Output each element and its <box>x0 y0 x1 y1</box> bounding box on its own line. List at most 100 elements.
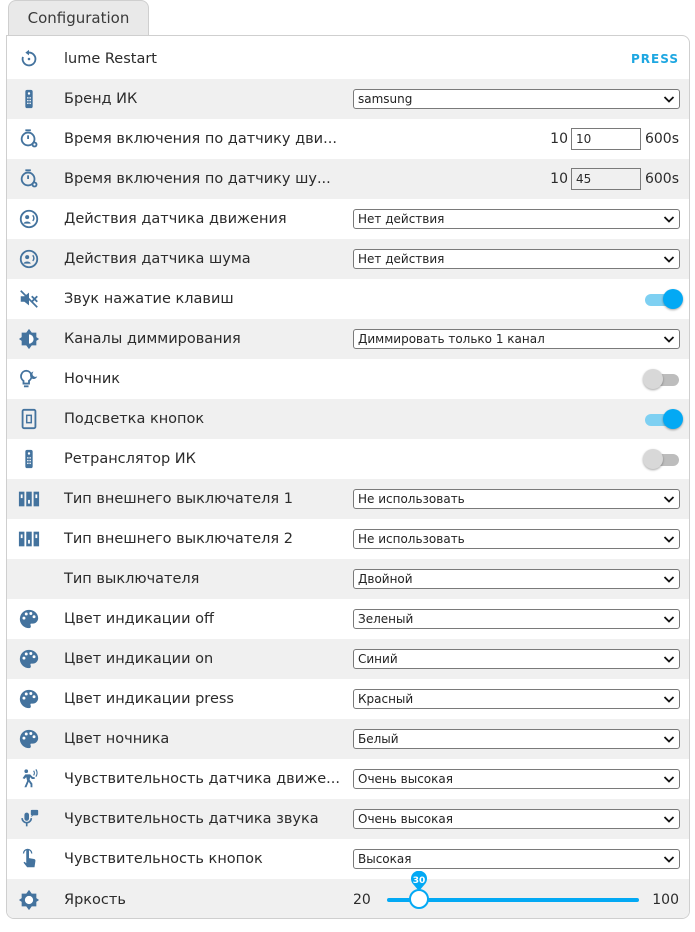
setting-label: Бренд ИК <box>64 91 138 107</box>
chevron-down-icon <box>663 96 675 103</box>
number-control: 10 10 600s <box>550 128 679 150</box>
setting-label: Звук нажатие клавиш <box>64 291 234 307</box>
select-value: Нет действия <box>358 252 445 266</box>
toggle-switch[interactable] <box>643 368 681 390</box>
select-dropdown[interactable]: Не использовать <box>353 529 680 549</box>
select-dropdown[interactable]: Белый <box>353 729 680 749</box>
restart-icon <box>7 39 51 79</box>
setting-label: Время включения по датчику дви... <box>64 131 337 147</box>
switch-panel-icon <box>7 479 51 519</box>
select-dropdown[interactable]: Синий <box>353 649 680 669</box>
slider-knob[interactable] <box>408 889 429 909</box>
settings-row: Ночник <box>7 359 689 399</box>
select-dropdown[interactable]: Высокая <box>353 849 680 869</box>
slider-min: 20 <box>353 892 371 908</box>
select-dropdown[interactable]: Очень высокая <box>353 769 680 789</box>
number-min: 10 <box>550 171 568 187</box>
settings-row: Бренд ИК samsung <box>7 79 689 119</box>
setting-label: Действия датчика движения <box>64 211 287 227</box>
chevron-down-icon <box>663 616 675 623</box>
number-max: 600s <box>644 171 679 187</box>
setting-label: lume Restart <box>64 51 157 67</box>
toggle-knob <box>663 409 683 429</box>
toggle-switch[interactable] <box>645 288 683 310</box>
palette-icon <box>7 719 51 759</box>
select-dropdown[interactable]: samsung <box>353 89 680 109</box>
setting-label: Подсветка кнопок <box>64 411 205 427</box>
setting-label: Яркость <box>64 892 126 908</box>
number-input[interactable]: 45 <box>570 168 641 190</box>
select-value: Белый <box>358 732 399 746</box>
timer-cog-icon <box>7 159 51 199</box>
settings-row: Действия датчика движения Нет действия <box>7 199 689 239</box>
chevron-down-icon <box>663 256 675 263</box>
select-dropdown[interactable]: Очень высокая <box>353 809 680 829</box>
chevron-down-icon <box>663 336 675 343</box>
setting-label: Цвет индикации press <box>64 691 234 707</box>
chevron-down-icon <box>663 576 675 583</box>
settings-row: Тип выключателя Двойной <box>7 559 689 599</box>
select-value: Очень высокая <box>358 772 453 786</box>
number-control: 10 45 600s <box>550 168 679 190</box>
setting-label: Ретранслятор ИК <box>64 451 196 467</box>
icon-placeholder <box>7 559 51 599</box>
slider-max: 100 <box>652 892 679 908</box>
setting-label: Цвет ночника <box>64 731 170 747</box>
chevron-down-icon <box>663 656 675 663</box>
motion-sensor-icon <box>7 199 51 239</box>
select-dropdown[interactable]: Нет действия <box>353 249 680 269</box>
select-value: Не использовать <box>358 532 465 546</box>
select-value: Синий <box>358 652 398 666</box>
remote-icon <box>7 439 51 479</box>
brightness-icon <box>7 319 51 359</box>
select-dropdown[interactable]: Двойной <box>353 569 680 589</box>
setting-label: Тип выключателя <box>64 571 200 587</box>
settings-row: Тип внешнего выключателя 2 Не использоват… <box>7 519 689 559</box>
chevron-down-icon <box>663 776 675 783</box>
motion-sensor-icon <box>7 239 51 279</box>
settings-row: Звук нажатие клавиш <box>7 279 689 319</box>
chevron-down-icon <box>663 736 675 743</box>
select-dropdown[interactable]: Зеленый <box>353 609 680 629</box>
palette-icon <box>7 639 51 679</box>
settings-row: Чувствительность датчика движе... Очень в… <box>7 759 689 799</box>
select-value: Не использовать <box>358 492 465 506</box>
setting-label: Действия датчика шума <box>64 251 251 267</box>
timer-cog-icon <box>7 119 51 159</box>
setting-label: Тип внешнего выключателя 1 <box>64 491 293 507</box>
chevron-down-icon <box>663 696 675 703</box>
press-button[interactable]: PRESS <box>631 52 679 66</box>
light-switch-icon <box>7 399 51 439</box>
toggle-knob <box>643 369 663 389</box>
select-dropdown[interactable]: Красный <box>353 689 680 709</box>
settings-row: Подсветка кнопок <box>7 399 689 439</box>
toggle-switch[interactable] <box>645 408 683 430</box>
settings-row: Цвет ночника Белый <box>7 719 689 759</box>
palette-icon <box>7 679 51 719</box>
chevron-down-icon <box>663 496 675 503</box>
select-dropdown[interactable]: Нет действия <box>353 209 680 229</box>
touch-icon <box>7 839 51 879</box>
settings-row: Цвет индикации press Красный <box>7 679 689 719</box>
toggle-knob <box>663 289 683 309</box>
chevron-down-icon <box>663 856 675 863</box>
setting-label: Каналы диммирования <box>64 331 241 347</box>
setting-label: Цвет индикации off <box>64 611 214 627</box>
settings-row: lume Restart PRESS <box>7 39 689 79</box>
select-value: samsung <box>358 92 413 106</box>
select-dropdown[interactable]: Диммировать только 1 канал <box>353 329 680 349</box>
tab-configuration[interactable]: Configuration <box>8 0 149 35</box>
palette-icon <box>7 599 51 639</box>
settings-row: Чувствительность кнопок Высокая <box>7 839 689 879</box>
settings-row: Цвет индикации off Зеленый <box>7 599 689 639</box>
select-value: Красный <box>358 692 414 706</box>
toggle-switch[interactable] <box>643 448 681 470</box>
setting-label: Цвет индикации on <box>64 651 214 667</box>
setting-label: Чувствительность датчика звука <box>64 811 319 827</box>
settings-row: Действия датчика шума Нет действия <box>7 239 689 279</box>
number-max: 600s <box>644 131 679 147</box>
number-input[interactable]: 10 <box>570 128 641 150</box>
settings-row: Цвет индикации on Синий <box>7 639 689 679</box>
select-dropdown[interactable]: Не использовать <box>353 489 680 509</box>
settings-row: Чувствительность датчика звука Очень высо… <box>7 799 689 839</box>
